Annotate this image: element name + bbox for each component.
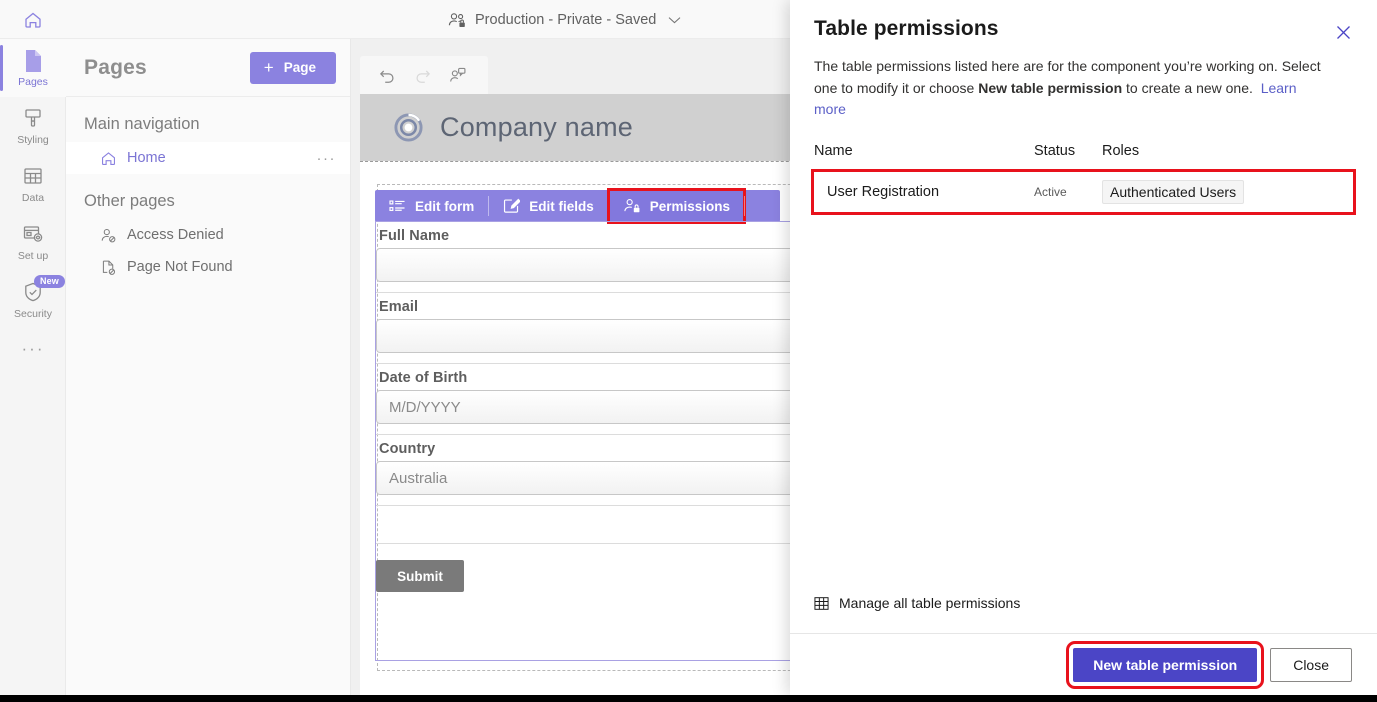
page-title: Pages (84, 56, 147, 80)
rail-item-label: Security (14, 308, 52, 320)
row-roles: Authenticated Users (1102, 180, 1353, 204)
circle-logo-icon (393, 112, 424, 143)
home-outline-icon (100, 150, 117, 167)
sidebar-item-label: Access Denied (127, 227, 336, 243)
edit-fields-button[interactable]: Edit fields (489, 190, 608, 222)
comment-icon[interactable] (448, 66, 467, 85)
new-table-permission-button[interactable]: New table permission (1073, 648, 1257, 682)
panel-description: The table permissions listed here are fo… (790, 41, 1350, 121)
app-root: Production - Private - Saved Pages S (0, 0, 1377, 702)
rail-item-label: Set up (18, 250, 48, 262)
edit-form-label: Edit form (415, 199, 474, 214)
page-blocked-icon (100, 259, 117, 276)
home-icon (23, 10, 43, 30)
new-badge: New (34, 275, 65, 288)
permissions-button[interactable]: Permissions (609, 190, 744, 222)
column-header-status: Status (1034, 143, 1102, 159)
pages-header: Pages + Page (66, 39, 350, 97)
close-button[interactable]: Close (1270, 648, 1352, 682)
row-name: User Registration (814, 184, 1034, 200)
add-page-button[interactable]: + Page (250, 52, 336, 84)
redo-icon[interactable] (413, 66, 432, 85)
status-badge: Active (1034, 185, 1102, 199)
table-permissions-panel: Table permissions The table permissions … (790, 0, 1377, 695)
plus-icon: + (264, 59, 274, 76)
overflow-icon[interactable]: ··· (317, 150, 337, 167)
rail-more-button[interactable]: ··· (0, 329, 66, 369)
undo-icon[interactable] (378, 66, 397, 85)
column-header-name: Name (814, 143, 1034, 159)
panel-header: Table permissions (790, 0, 1377, 41)
table-icon (21, 164, 45, 190)
edit-fields-icon (503, 198, 520, 214)
rail-item-pages[interactable]: Pages (0, 39, 66, 97)
panel-spacer (790, 212, 1377, 595)
rail-item-label: Data (22, 192, 44, 204)
section-title-other-pages: Other pages (66, 174, 350, 219)
role-chip: Authenticated Users (1102, 180, 1244, 204)
rail-item-setup[interactable]: Set up (0, 213, 66, 271)
sidebar-item-label: Page Not Found (127, 259, 336, 275)
edit-fields-label: Edit fields (529, 199, 594, 214)
editor-toolbar (360, 56, 488, 94)
submit-button[interactable]: Submit (376, 560, 464, 592)
list-form-icon (389, 199, 406, 214)
panel-footer: New table permission Close (790, 633, 1377, 695)
environment-label: Production - Private - Saved (475, 12, 656, 28)
left-rail: Pages Styling Data (0, 39, 66, 702)
environment-selector[interactable]: Production - Private - Saved (448, 9, 681, 31)
section-title-main-navigation: Main navigation (66, 97, 350, 142)
edit-form-button[interactable]: Edit form (375, 190, 488, 222)
rail-item-label: Styling (17, 134, 49, 146)
sidebar-item-page-not-found[interactable]: Page Not Found (66, 251, 350, 283)
form-toolbar: Edit form Edit fields (375, 190, 780, 222)
brush-icon (21, 106, 45, 132)
permissions-table: Name Status Roles User Registration Acti… (790, 143, 1377, 212)
sidebar-item-label: Home (127, 150, 307, 166)
person-blocked-icon (100, 227, 117, 244)
panel-title: Table permissions (814, 17, 1353, 41)
manage-link-label: Manage all table permissions (839, 595, 1020, 611)
grid-table-icon (814, 596, 829, 611)
column-header-roles: Roles (1102, 143, 1353, 159)
rail-item-security[interactable]: New Security (0, 271, 66, 329)
permissions-label: Permissions (650, 199, 730, 214)
home-button[interactable] (16, 7, 50, 33)
sidebar-item-access-denied[interactable]: Access Denied (66, 219, 350, 251)
add-page-label: Page (284, 60, 316, 75)
table-header-row: Name Status Roles (814, 143, 1353, 172)
sidebar-item-home[interactable]: Home ··· (66, 142, 350, 174)
setup-icon (21, 222, 45, 248)
rail-item-data[interactable]: Data (0, 155, 66, 213)
company-name: Company name (440, 112, 633, 143)
table-row[interactable]: User Registration Active Authenticated U… (814, 172, 1353, 212)
manage-all-table-permissions-link[interactable]: Manage all table permissions (790, 595, 1377, 633)
people-lock-icon (448, 12, 467, 29)
person-lock-icon (623, 198, 641, 214)
page-icon (21, 48, 45, 74)
description-bold: New table permission (978, 80, 1122, 96)
toolbar-separator (744, 196, 745, 216)
chevron-down-icon[interactable] (668, 16, 681, 24)
rail-item-label: Pages (18, 76, 48, 88)
close-icon[interactable] (1327, 16, 1359, 48)
pages-panel: Pages + Page Main navigation Home ··· Ot… (66, 39, 351, 702)
description-part2: to create a new one. (1122, 80, 1253, 96)
rail-item-styling[interactable]: Styling (0, 97, 66, 155)
bottom-strip (0, 695, 1377, 702)
